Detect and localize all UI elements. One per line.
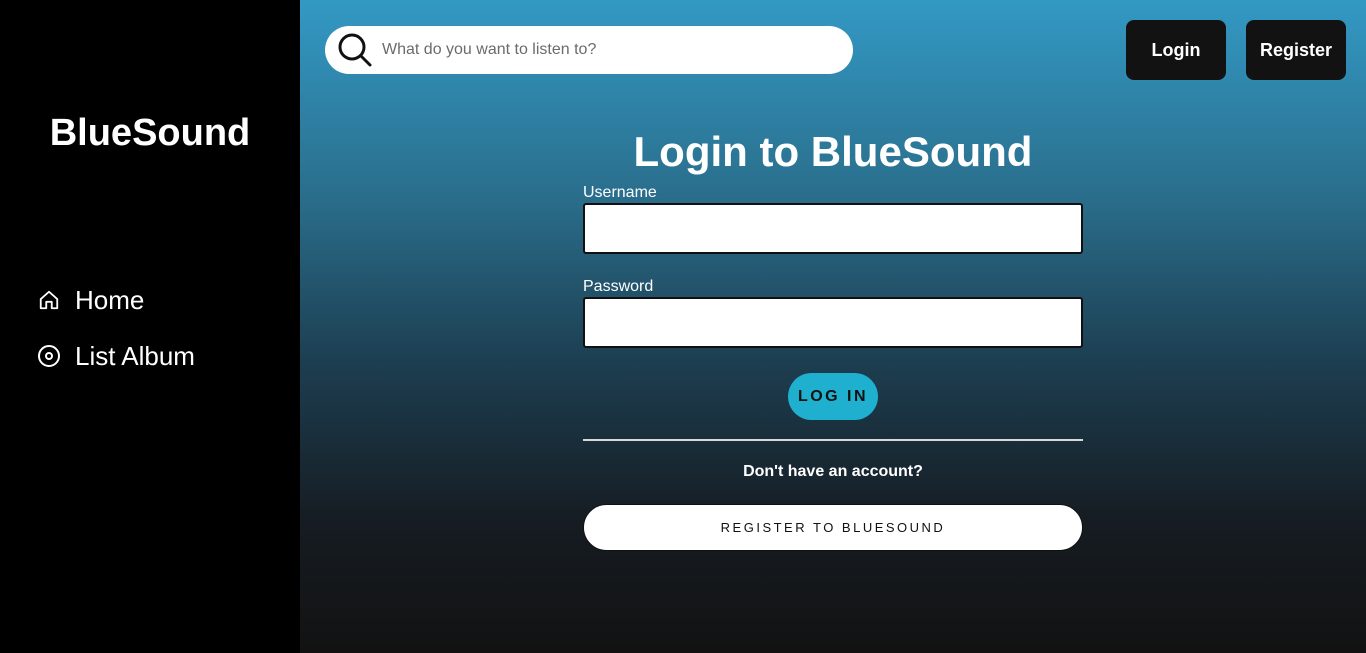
main-content: Login Register Login to BlueSound Userna…	[300, 0, 1366, 653]
username-label: Username	[583, 184, 657, 201]
register-button[interactable]: Register	[1246, 20, 1346, 80]
search-input[interactable]	[382, 41, 832, 59]
no-account-text: Don't have an account?	[743, 463, 923, 480]
register-to-bluesound-button[interactable]: REGISTER TO BLUESOUND	[583, 504, 1083, 551]
password-field[interactable]	[583, 297, 1083, 348]
sidebar-item-label: Home	[75, 284, 145, 315]
sidebar-item-list-album[interactable]: List Album	[37, 339, 195, 373]
divider	[583, 439, 1083, 441]
sidebar-item-home[interactable]: Home	[37, 283, 195, 317]
brand-logo: BlueSound	[49, 112, 251, 154]
sidebar-nav: Home List Album	[37, 283, 195, 395]
search-bar[interactable]	[325, 26, 853, 74]
search-icon	[335, 30, 375, 70]
sidebar-item-label: List Album	[75, 340, 195, 371]
disc-icon	[37, 344, 61, 368]
log-in-submit-button[interactable]: LOG IN	[788, 373, 878, 420]
username-field[interactable]	[583, 203, 1083, 254]
password-label: Password	[583, 278, 654, 295]
page-title: Login to BlueSound	[633, 128, 1033, 175]
sidebar: BlueSound Home List Album	[0, 0, 300, 653]
home-icon	[37, 288, 61, 312]
app: BlueSound Home List Album What do you wa…	[0, 0, 1366, 653]
login-button[interactable]: Login	[1126, 20, 1226, 80]
